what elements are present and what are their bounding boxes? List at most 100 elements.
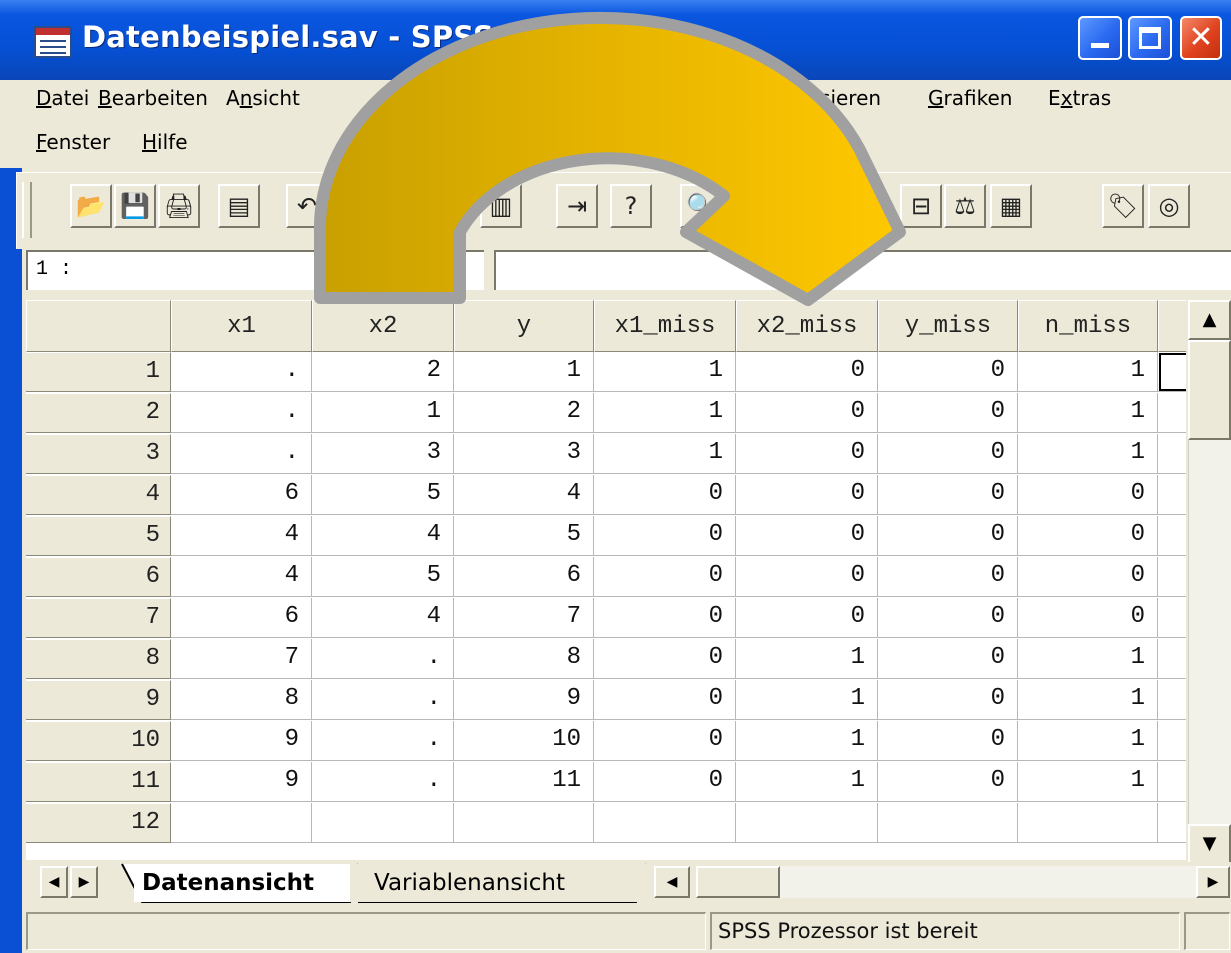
row-header[interactable]: 4	[26, 475, 171, 515]
row-header[interactable]: 6	[26, 557, 171, 597]
row-header[interactable]: 7	[26, 598, 171, 638]
tab-datenansicht[interactable]: Datenansicht	[134, 864, 354, 902]
data-cell[interactable]: 1	[736, 639, 878, 679]
column-header[interactable]: x1_miss	[594, 300, 736, 352]
data-cell[interactable]: 0	[594, 475, 736, 515]
data-cell[interactable]: 7	[171, 639, 312, 679]
menu-datei[interactable]: Datei	[36, 86, 89, 110]
data-cell[interactable]: .	[312, 680, 454, 720]
data-cell[interactable]: 1	[312, 393, 454, 433]
row-header[interactable]: 3	[26, 434, 171, 474]
data-cell[interactable]: 6	[171, 475, 312, 515]
data-cell[interactable]: 0	[736, 434, 878, 474]
data-cell-empty[interactable]	[1158, 434, 1186, 474]
data-cell[interactable]: 0	[736, 516, 878, 556]
data-cell[interactable]: 0	[878, 475, 1018, 515]
vertical-scroll-thumb[interactable]	[1188, 340, 1231, 440]
data-cell[interactable]: .	[312, 721, 454, 761]
column-header[interactable]: x1	[171, 300, 312, 352]
data-cell[interactable]: .	[312, 762, 454, 802]
undo-button[interactable]: ↶	[286, 184, 328, 228]
data-cell[interactable]	[736, 803, 878, 843]
data-cell[interactable]: 1	[736, 721, 878, 761]
variables-button[interactable]: ?	[610, 184, 652, 228]
data-cell[interactable]: 1	[1018, 352, 1158, 392]
data-cell[interactable]: 8	[454, 639, 594, 679]
data-cell[interactable]: 1	[1018, 680, 1158, 720]
minimize-button[interactable]	[1078, 16, 1122, 60]
data-cell[interactable]	[594, 803, 736, 843]
data-cell-empty[interactable]	[1158, 393, 1186, 433]
data-cell[interactable]: 0	[736, 475, 878, 515]
data-cell[interactable]: 10	[454, 721, 594, 761]
data-cell[interactable]: 0	[1018, 557, 1158, 597]
save-button[interactable]: 💾	[114, 184, 156, 228]
row-header[interactable]: 5	[26, 516, 171, 556]
data-cell[interactable]: 5	[312, 475, 454, 515]
data-cell[interactable]: 6	[454, 557, 594, 597]
column-header[interactable]: y	[454, 300, 594, 352]
data-cell[interactable]: 6	[171, 598, 312, 638]
data-cell[interactable]: 1	[1018, 639, 1158, 679]
data-cell[interactable]: 0	[878, 680, 1018, 720]
data-cell[interactable]: 4	[312, 598, 454, 638]
data-cell[interactable]	[171, 803, 312, 843]
data-cell-empty[interactable]	[1158, 475, 1186, 515]
data-cell[interactable]: 4	[171, 516, 312, 556]
data-cell[interactable]: 3	[454, 434, 594, 474]
data-cell[interactable]: 7	[454, 598, 594, 638]
data-cell[interactable]: 0	[736, 598, 878, 638]
data-cell[interactable]	[454, 803, 594, 843]
data-cell[interactable]: 4	[171, 557, 312, 597]
redo-button[interactable]: ↷	[330, 184, 372, 228]
spss-app-icon[interactable]	[34, 26, 72, 58]
data-cell[interactable]: 0	[878, 639, 1018, 679]
scroll-down-button[interactable]: ▼	[1188, 824, 1231, 864]
row-header[interactable]: 1	[26, 352, 171, 392]
menu-bearbeiten[interactable]: Bearbeiten	[98, 86, 208, 110]
row-header[interactable]: 9	[26, 680, 171, 720]
data-cell[interactable]: 9	[171, 762, 312, 802]
grid-corner[interactable]	[26, 300, 171, 352]
data-cell[interactable]: .	[171, 434, 312, 474]
column-header-empty[interactable]	[1158, 300, 1186, 352]
tab-variablenansicht[interactable]: Variablenansicht	[350, 864, 664, 902]
data-cell[interactable]: 0	[594, 516, 736, 556]
dialog-recall-button[interactable]: ▤	[218, 184, 260, 228]
insert-case-button[interactable]: ☰	[760, 184, 802, 228]
row-header[interactable]: 12	[26, 803, 171, 843]
use-sets-button[interactable]: ◎	[1148, 184, 1190, 228]
maximize-button[interactable]	[1128, 16, 1172, 60]
data-cell[interactable]: 0	[594, 598, 736, 638]
data-cell[interactable]: 8	[171, 680, 312, 720]
data-cell[interactable]: 0	[878, 516, 1018, 556]
menu-extras[interactable]: Extras	[1048, 86, 1111, 110]
data-cell[interactable]: 1	[594, 434, 736, 474]
data-cell[interactable]	[312, 803, 454, 843]
row-header[interactable]: 8	[26, 639, 171, 679]
column-header[interactable]: x2_miss	[736, 300, 878, 352]
data-cell[interactable]: 0	[594, 680, 736, 720]
data-cell-empty[interactable]	[1158, 680, 1186, 720]
data-cell[interactable]: 0	[878, 434, 1018, 474]
data-cell[interactable]: 4	[312, 516, 454, 556]
data-cell[interactable]: 0	[878, 557, 1018, 597]
menu-grafiken[interactable]: Grafiken	[928, 86, 1012, 110]
select-cases-button[interactable]: ▦	[990, 184, 1032, 228]
data-cell-empty[interactable]	[1158, 557, 1186, 597]
data-cell[interactable]: 5	[312, 557, 454, 597]
menu-transformieren[interactable]: Transformieren	[498, 86, 648, 110]
data-cell[interactable]: 0	[594, 557, 736, 597]
data-cell[interactable]: 1	[1018, 762, 1158, 802]
data-cell[interactable]: 1	[1018, 721, 1158, 761]
selected-cell[interactable]	[1158, 352, 1186, 392]
column-header[interactable]: n_miss	[1018, 300, 1158, 352]
row-header[interactable]: 2	[26, 393, 171, 433]
data-cell[interactable]: 1	[736, 680, 878, 720]
data-cell[interactable]: 9	[171, 721, 312, 761]
close-button[interactable]: ✕	[1180, 16, 1222, 60]
data-cell[interactable]: 0	[594, 639, 736, 679]
data-cell[interactable]: 0	[1018, 516, 1158, 556]
menu-ansicht[interactable]: Ansicht	[226, 86, 300, 110]
goto-case-button[interactable]: ⇥	[556, 184, 598, 228]
